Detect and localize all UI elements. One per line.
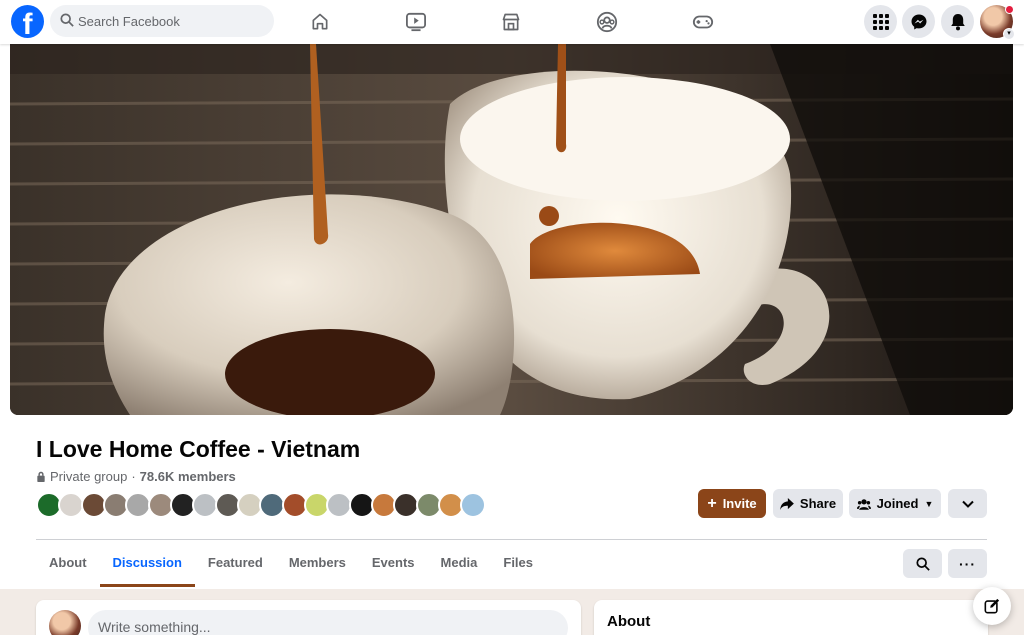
privacy-label: Private group	[50, 469, 128, 484]
search-icon	[915, 556, 930, 571]
group-tabs: About Discussion Featured Members Events…	[36, 541, 546, 587]
compose-icon	[984, 598, 1000, 614]
home-icon[interactable]	[306, 8, 334, 36]
more-icon: ···	[959, 555, 976, 572]
watch-icon[interactable]	[402, 8, 430, 36]
notifications-icon[interactable]	[941, 5, 974, 38]
group-header: I Love Home Coffee - Vietnam Private gro…	[0, 44, 1024, 589]
tab-about[interactable]: About	[36, 541, 100, 587]
new-message-button[interactable]	[973, 587, 1011, 625]
tab-media[interactable]: Media	[428, 541, 491, 587]
invite-button[interactable]: + Invite	[698, 489, 766, 518]
joined-button[interactable]: Joined ▼	[849, 489, 941, 518]
messenger-icon[interactable]	[902, 5, 935, 38]
chevron-down-icon	[961, 500, 974, 508]
chevron-down-icon[interactable]: ▾	[1003, 28, 1015, 40]
search-box[interactable]	[50, 5, 274, 37]
group-meta: Private group · 78.6K members	[36, 469, 236, 484]
share-button[interactable]: Share	[773, 489, 843, 518]
group-search-button[interactable]	[903, 549, 942, 578]
tab-files[interactable]: Files	[490, 541, 546, 587]
group-cover-photo[interactable]	[10, 44, 1013, 415]
facebook-logo[interactable]: f	[11, 5, 44, 38]
lock-icon	[37, 471, 45, 482]
post-composer: Write something...	[36, 600, 581, 635]
joined-label: Joined	[876, 496, 919, 511]
search-input[interactable]	[78, 5, 268, 37]
member-avatar[interactable]	[460, 492, 486, 518]
header-divider	[36, 539, 987, 540]
tab-featured[interactable]: Featured	[195, 541, 276, 587]
caret-down-icon: ▼	[924, 498, 934, 509]
meta-separator: ·	[131, 469, 136, 484]
collapse-button[interactable]	[948, 489, 987, 518]
tab-discussion[interactable]: Discussion	[99, 541, 196, 587]
account-avatar[interactable]: ▾	[980, 5, 1015, 40]
plus-icon: +	[707, 494, 717, 512]
gaming-icon[interactable]	[689, 8, 717, 36]
group-name: I Love Home Coffee - Vietnam	[36, 436, 361, 462]
tab-events[interactable]: Events	[359, 541, 428, 587]
member-count-link[interactable]: 78.6K members	[140, 469, 236, 484]
about-card-title: About	[607, 613, 651, 630]
share-label: Share	[799, 496, 837, 511]
groups-icon[interactable]	[593, 8, 621, 36]
about-card: About	[594, 600, 988, 635]
notification-dot	[1005, 5, 1014, 14]
share-icon	[780, 497, 794, 510]
members-icon	[856, 498, 871, 510]
composer-avatar[interactable]	[49, 610, 81, 635]
search-icon	[60, 13, 74, 27]
write-something-input[interactable]: Write something...	[88, 610, 568, 635]
tab-members[interactable]: Members	[276, 541, 359, 587]
more-options-button[interactable]: ···	[948, 549, 987, 578]
top-navigation-bar: f ▾	[0, 0, 1024, 44]
invite-label: Invite	[722, 496, 757, 511]
menu-grid-icon[interactable]	[864, 5, 897, 38]
marketplace-icon[interactable]	[497, 8, 525, 36]
